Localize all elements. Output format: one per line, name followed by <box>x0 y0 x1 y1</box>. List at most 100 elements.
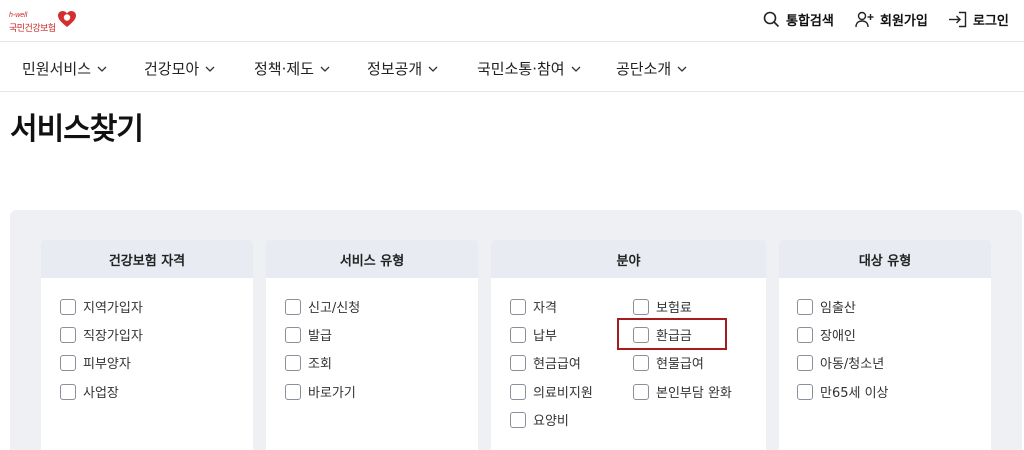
login-icon <box>949 11 967 28</box>
checkbox-inquiry[interactable]: 조회 <box>285 353 332 372</box>
checkbox-youth[interactable]: 아동/청소년 <box>797 353 884 372</box>
checkbox-issue[interactable]: 발급 <box>285 325 332 344</box>
checkbox-label: 의료비지원 <box>533 386 593 401</box>
checkbox-label: 본인부담 완화 <box>656 386 732 401</box>
nav-item-about[interactable]: 공단소개 <box>616 58 687 79</box>
checkbox-box[interactable] <box>285 354 301 371</box>
filter-group-service-type: 서비스 유형 <box>266 240 478 450</box>
checkbox-label: 장애인 <box>820 329 856 344</box>
checkbox-box[interactable] <box>60 326 76 343</box>
checkbox-label: 피부양자 <box>83 357 131 372</box>
nav-label: 국민소통·참여 <box>477 60 565 78</box>
checkbox-box[interactable] <box>60 298 76 315</box>
checkbox-care-cost[interactable]: 요양비 <box>510 410 569 429</box>
checkbox-label: 바로가기 <box>308 386 356 401</box>
checkbox-report-apply[interactable]: 신고/신청 <box>285 297 360 316</box>
login-label: 로그인 <box>973 14 1009 29</box>
nav-label: 공단소개 <box>616 60 672 78</box>
checkbox-shortcut[interactable]: 바로가기 <box>285 382 356 401</box>
checkbox-label: 납부 <box>533 329 557 344</box>
heart-logo-icon <box>58 11 76 27</box>
checkbox-label: 직장가입자 <box>83 329 143 344</box>
checkbox-box[interactable] <box>797 298 813 315</box>
checkbox-label: 사업장 <box>83 386 119 401</box>
checkbox-pregnancy[interactable]: 임출산 <box>797 297 856 316</box>
chevron-down-icon <box>428 66 438 72</box>
integrated-search-link[interactable]: 통합검색 <box>763 10 834 29</box>
main-nav: 민원서비스 건강모아 정책·제도 정보공개 국민소통·참여 공단소개 <box>0 43 1024 92</box>
filter-group-title: 서비스 유형 <box>266 240 478 278</box>
chevron-down-icon <box>571 66 581 72</box>
checkbox-in-kind-benefit[interactable]: 현물급여 <box>633 353 704 372</box>
checkbox-workplace[interactable]: 사업장 <box>60 382 119 401</box>
checkbox-box[interactable] <box>60 354 76 371</box>
nhis-logo[interactable]: h-well 국민건강보험 <box>9 9 76 35</box>
search-label: 통합검색 <box>786 14 834 29</box>
checkbox-dependent[interactable]: 피부양자 <box>60 353 131 372</box>
filter-group-qualification: 건강보험 자격 <box>41 240 253 450</box>
login-link[interactable]: 로그인 <box>948 10 1009 29</box>
filter-group-title: 분야 <box>491 240 766 278</box>
chevron-down-icon <box>97 66 107 72</box>
checkbox-box[interactable] <box>797 326 813 343</box>
checkbox-label: 지역가입자 <box>83 301 143 316</box>
checkbox-label: 현금급여 <box>533 357 581 372</box>
checkbox-box[interactable] <box>633 298 649 315</box>
checkbox-box[interactable] <box>797 383 813 400</box>
chevron-down-icon <box>677 66 687 72</box>
join-label: 회원가입 <box>880 14 928 29</box>
checkbox-label: 임출산 <box>820 301 856 316</box>
checkbox-senior[interactable]: 만65세 이상 <box>797 382 889 401</box>
nav-item-civil-service[interactable]: 민원서비스 <box>22 58 107 79</box>
checkbox-label: 현물급여 <box>656 357 704 372</box>
checkbox-label: 만65세 이상 <box>820 386 889 401</box>
checkbox-qualification[interactable]: 자격 <box>510 297 557 316</box>
checkbox-box[interactable] <box>285 383 301 400</box>
checkbox-box[interactable] <box>285 298 301 315</box>
checkbox-insurance-premium[interactable]: 보험료 <box>633 297 692 316</box>
checkbox-payment[interactable]: 납부 <box>510 325 557 344</box>
checkbox-box[interactable] <box>60 383 76 400</box>
logo-name: 국민건강보험 <box>9 23 56 33</box>
page-title: 서비스찾기 <box>10 112 144 147</box>
highlight-box <box>617 318 727 350</box>
add-user-icon <box>855 11 874 28</box>
top-bar: h-well 국민건강보험 통합검색 회원가입 로그인 <box>0 0 1024 42</box>
checkbox-label: 조회 <box>308 357 332 372</box>
checkbox-cash-benefit[interactable]: 현금급여 <box>510 353 581 372</box>
checkbox-box[interactable] <box>633 354 649 371</box>
filter-group-target: 대상 유형 <box>779 240 991 450</box>
checkbox-box[interactable] <box>510 354 526 371</box>
checkbox-copay-relief[interactable]: 본인부담 완화 <box>633 382 732 401</box>
nav-label: 건강모아 <box>144 60 200 78</box>
checkbox-label: 아동/청소년 <box>820 357 885 372</box>
checkbox-label: 신고/신청 <box>308 301 361 316</box>
checkbox-box[interactable] <box>797 354 813 371</box>
search-icon <box>763 11 780 28</box>
nav-item-info-disclosure[interactable]: 정보공개 <box>367 58 438 79</box>
join-link[interactable]: 회원가입 <box>855 10 928 29</box>
nav-item-health-moa[interactable]: 건강모아 <box>144 58 215 79</box>
filter-group-title: 건강보험 자격 <box>41 240 253 278</box>
checkbox-label: 자격 <box>533 301 557 316</box>
checkbox-label: 발급 <box>308 329 332 344</box>
chevron-down-icon <box>205 66 215 72</box>
checkbox-box[interactable] <box>510 326 526 343</box>
nav-label: 정보공개 <box>367 60 423 78</box>
checkbox-box[interactable] <box>510 411 526 428</box>
logo-tagline: h-well <box>9 12 28 19</box>
checkbox-medical-support[interactable]: 의료비지원 <box>510 382 593 401</box>
nav-item-policy[interactable]: 정책·제도 <box>254 58 330 79</box>
nav-item-participation[interactable]: 국민소통·참여 <box>477 58 581 79</box>
nav-label: 민원서비스 <box>22 60 92 78</box>
checkbox-label: 보험료 <box>656 301 692 316</box>
checkbox-workplace-subscriber[interactable]: 직장가입자 <box>60 325 143 344</box>
checkbox-box[interactable] <box>633 383 649 400</box>
checkbox-label: 요양비 <box>533 414 569 429</box>
filter-group-title: 대상 유형 <box>779 240 991 278</box>
checkbox-box[interactable] <box>510 298 526 315</box>
checkbox-regional-subscriber[interactable]: 지역가입자 <box>60 297 143 316</box>
checkbox-box[interactable] <box>510 383 526 400</box>
checkbox-box[interactable] <box>285 326 301 343</box>
checkbox-disabled[interactable]: 장애인 <box>797 325 856 344</box>
